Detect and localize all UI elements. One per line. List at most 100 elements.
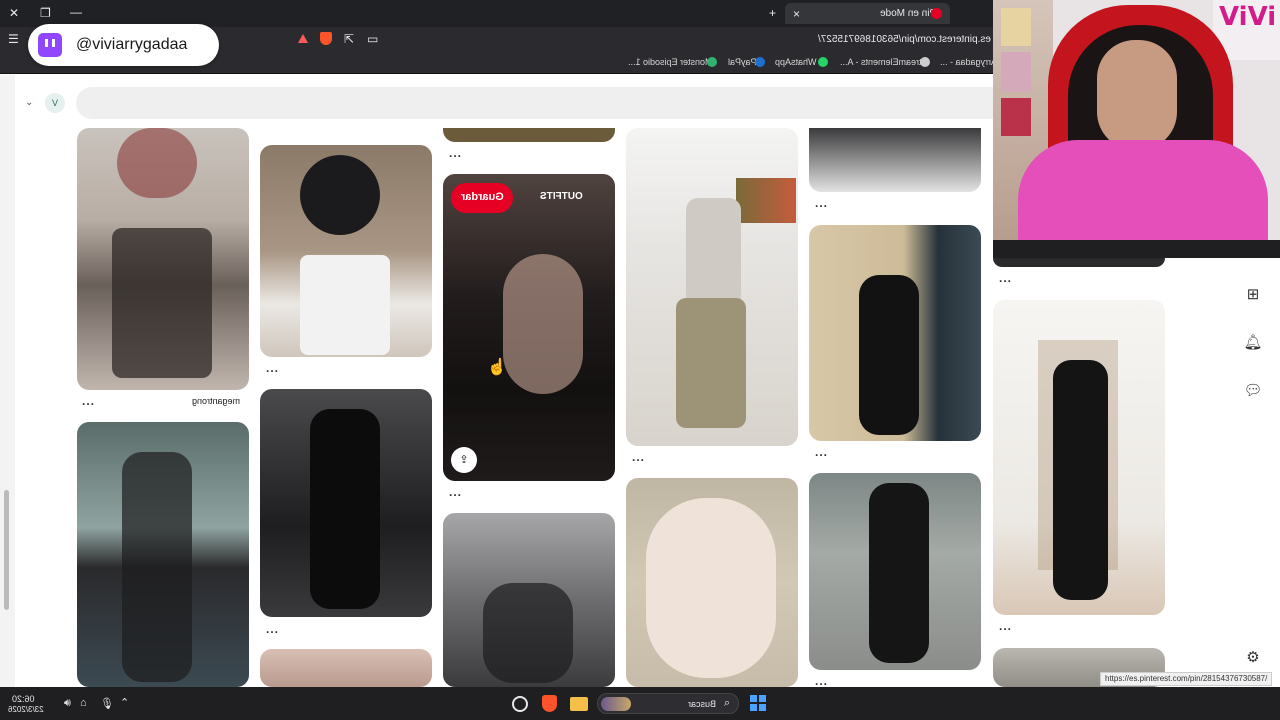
logo-bar	[52, 39, 55, 47]
pin-image[interactable]	[260, 389, 432, 617]
more-options-icon[interactable]: ...	[266, 622, 279, 636]
pin-image[interactable]	[260, 145, 432, 357]
more-options-icon[interactable]: ...	[449, 485, 462, 499]
pin-subject	[300, 155, 380, 235]
minimize-icon[interactable]: —	[70, 5, 82, 19]
bookmark-item[interactable]: Monster Episodio 1...	[628, 57, 713, 67]
add-pin-icon[interactable]: ⊞	[1243, 285, 1263, 305]
save-button[interactable]: Guardar	[451, 183, 513, 213]
chat-icon[interactable]: 💬︎	[1243, 381, 1263, 401]
network-icon[interactable]: ⌂	[80, 697, 87, 709]
bookmark-favicon-icon	[707, 57, 717, 67]
chevron-up-icon[interactable]: ⌃	[120, 696, 129, 709]
pin-subject	[300, 255, 390, 355]
search-input[interactable]	[76, 87, 995, 119]
pin-subject	[503, 254, 583, 394]
more-options-icon[interactable]: ...	[999, 271, 1012, 285]
bookmark-favicon-icon	[818, 57, 828, 67]
pin-image[interactable]	[77, 128, 249, 390]
pin-image[interactable]	[77, 422, 249, 687]
menu-icon[interactable]: ☰	[8, 32, 19, 46]
chevron-down-icon[interactable]: ⌄	[539, 191, 547, 202]
scrollbar-thumb[interactable]	[4, 490, 9, 610]
close-window-icon[interactable]: ✕	[9, 6, 19, 20]
pin-image[interactable]	[443, 513, 615, 687]
more-options-icon[interactable]: ...	[815, 196, 828, 210]
status-url: https://es.pinterest.com/pin/28154376730…	[1100, 672, 1273, 686]
wall-logo: ViVi	[1219, 2, 1277, 32]
search-box[interactable]: Buscar ⌕	[597, 693, 739, 714]
more-options-icon[interactable]: ...	[815, 674, 828, 688]
twitch-logo-icon	[38, 33, 62, 57]
clock-time[interactable]: 06:20	[12, 694, 35, 704]
obs-icon[interactable]	[512, 696, 528, 712]
start-tile	[759, 695, 766, 702]
bookmark-favicon-icon	[755, 57, 765, 67]
pin-image[interactable]	[260, 649, 432, 687]
pin-subject	[1053, 360, 1108, 600]
folder-icon[interactable]	[570, 697, 588, 711]
pin-image[interactable]	[626, 128, 798, 446]
pin-subject	[869, 483, 929, 663]
taskbar: 06:20 23/3/2026 🔊︎ ⌂ 🎙︎ ⌃ Buscar ⌕	[0, 687, 1280, 720]
address-bar[interactable]: es.pinterest.com/pin/56301869715527/	[818, 34, 991, 45]
pin-subject	[117, 128, 197, 198]
tab-bar: ✕ ❐ — + × Pin en Mode	[0, 0, 995, 27]
hand-cursor-icon: ☝	[487, 359, 507, 376]
bookmark-item[interactable]: StreamElements - A...	[840, 57, 928, 67]
tab-active[interactable]: × Pin en Mode	[785, 3, 950, 24]
pin-image[interactable]	[993, 258, 1165, 267]
maximize-icon[interactable]: ❐	[40, 6, 51, 20]
more-options-icon[interactable]: ...	[266, 361, 279, 375]
more-options-icon[interactable]: ...	[999, 619, 1012, 633]
logo-bar	[45, 39, 48, 47]
more-options-icon[interactable]: ...	[632, 450, 645, 464]
pin-image-hovered[interactable]: Guardar OUTFITS ⌄ ⇪	[443, 174, 615, 481]
pin-image[interactable]	[809, 225, 981, 441]
pin-subject	[310, 409, 380, 609]
more-options-icon[interactable]: ...	[815, 445, 828, 459]
twitch-handle-badge: @viviarrygadaa	[28, 24, 219, 66]
start-tile	[750, 704, 757, 711]
more-options-icon[interactable]: ...	[449, 146, 462, 160]
tab-close-icon[interactable]: ×	[793, 7, 800, 21]
share-icon[interactable]: ⇪	[451, 447, 477, 473]
share-icon[interactable]: ⇱	[344, 32, 354, 46]
clock-date[interactable]: 23/3/2026	[8, 705, 44, 714]
brave-shield-icon[interactable]	[320, 32, 332, 45]
pin-image[interactable]	[626, 478, 798, 687]
pin-image[interactable]	[993, 300, 1165, 615]
pin-subject	[112, 228, 212, 378]
bell-icon[interactable]: 🔔︎	[1243, 333, 1263, 353]
more-options-icon[interactable]: ...	[82, 394, 95, 408]
start-tile	[750, 695, 757, 702]
bookmark-item[interactable]: WhatsApp	[775, 57, 817, 67]
poster	[1001, 8, 1031, 46]
poster	[1001, 52, 1031, 92]
alert-icon[interactable]	[298, 34, 308, 43]
search-highlight-icon	[601, 697, 631, 711]
desk	[993, 240, 1280, 258]
page-scrollbar[interactable]	[0, 75, 15, 687]
search-icon: ⌕	[724, 697, 731, 709]
bookmark-favicon-icon	[920, 57, 930, 67]
chevron-down-icon[interactable]: ⌄	[25, 97, 33, 108]
right-rail: ⊞ 🔔︎ 💬︎ ⚙	[1230, 258, 1280, 688]
pin-image[interactable]	[443, 128, 615, 142]
bookmark-item[interactable]: PayPal	[728, 57, 757, 67]
pin-image[interactable]	[809, 473, 981, 670]
tab-title: Pin en Mode	[880, 8, 937, 19]
brave-icon[interactable]	[542, 695, 557, 712]
pin-image[interactable]	[809, 128, 981, 192]
pin-subject	[686, 198, 741, 308]
microphone-icon[interactable]: 🎙︎	[100, 697, 114, 710]
pin-subject	[122, 452, 192, 682]
speaker-icon[interactable]: 🔊︎	[64, 697, 71, 710]
gear-icon[interactable]: ⚙	[1243, 648, 1263, 668]
reader-icon[interactable]: ▭	[367, 32, 378, 46]
poster	[1001, 98, 1031, 136]
avatar[interactable]: V	[45, 93, 65, 113]
windows-start-icon[interactable]	[750, 695, 766, 711]
new-tab-button[interactable]: +	[769, 6, 776, 20]
streamer-face	[1097, 40, 1177, 150]
